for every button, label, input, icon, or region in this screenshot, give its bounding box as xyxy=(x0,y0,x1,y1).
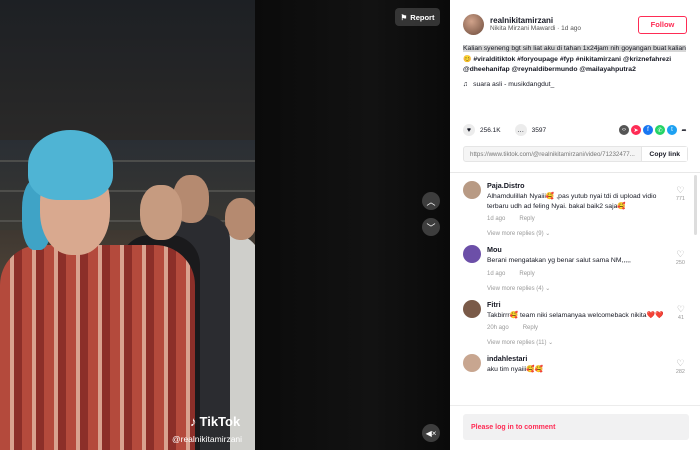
video-letterbox xyxy=(255,0,450,450)
whatsapp-icon[interactable]: ✆ xyxy=(655,125,665,135)
comment-like[interactable]: ♡ 41 xyxy=(677,304,685,321)
comment-item: Fitri Takbirrr🥰 team niki selamanyaa wel… xyxy=(463,299,687,346)
avatar[interactable] xyxy=(463,14,484,35)
comment-icon[interactable]: … xyxy=(514,124,527,136)
comment-count: 3597 xyxy=(531,126,547,134)
mute-icon: ◀× xyxy=(425,428,437,438)
share-arrow-icon[interactable]: ➦ xyxy=(679,125,689,135)
comment-action[interactable]: … 3597 xyxy=(514,124,547,136)
view-replies-button[interactable]: View more replies (11) ⌄ xyxy=(487,339,669,346)
comment-list[interactable]: Paja.Distro Alhamdulillah Nyaiii🥰 ,pas y… xyxy=(450,173,700,405)
comment-username[interactable]: indahlestari xyxy=(487,354,669,363)
person-shape xyxy=(0,245,195,450)
chevron-down-icon: ﹀ xyxy=(426,222,436,233)
view-replies-button[interactable]: View more replies (9) ⌄ xyxy=(487,230,669,237)
person-shape xyxy=(140,185,182,240)
like-action[interactable]: ♥ 256.1K xyxy=(463,124,501,136)
comment-username[interactable]: Fitri xyxy=(487,300,669,309)
music-row[interactable]: ♫ suara asli - musikdangdut_ xyxy=(463,81,687,88)
comment-body: indahlestari aku tim nyaiii🥰🥰 xyxy=(487,354,687,375)
avatar[interactable] xyxy=(463,245,481,264)
caption-hashtags[interactable]: #viralditiktok #foryoupage #fyp #nikitam… xyxy=(473,56,621,63)
comment-body: Fitri Takbirrr🥰 team niki selamanyaa wel… xyxy=(487,300,687,346)
comment-time: 1d ago xyxy=(487,270,506,277)
comment-body: Mou Berani mengatakan yg benar salut sam… xyxy=(487,245,687,291)
facebook-icon[interactable]: f xyxy=(643,125,653,135)
tiktok-note-icon: ♪ xyxy=(190,414,197,429)
comment-meta: 20h ago Reply xyxy=(487,325,669,331)
heart-outline-icon[interactable]: ♡ xyxy=(676,249,684,260)
share-link[interactable]: https://www.tiktok.com/@realnikitamirzan… xyxy=(464,151,641,158)
send-icon[interactable]: ➤ xyxy=(631,125,641,135)
tiktok-watermark: ♪ TikTok xyxy=(190,414,241,429)
flag-icon: ⚑ xyxy=(400,12,408,22)
comment-time: 1d ago xyxy=(487,216,506,223)
person-shape xyxy=(225,198,255,240)
comment-like-count: 250 xyxy=(675,260,685,267)
caption-text: Kalian syeneng bgt sih liat aku di tahan… xyxy=(463,45,686,52)
comment-like[interactable]: ♡ 771 xyxy=(676,185,685,202)
follow-button[interactable]: Follow xyxy=(638,15,687,34)
copy-link-button[interactable]: Copy link xyxy=(641,147,687,161)
comment-text: Alhamdulillah Nyaiii🥰 ,pas yutub nyai td… xyxy=(487,193,657,211)
login-to-comment-button[interactable]: Please log in to comment xyxy=(463,414,689,440)
comment-item: Mou Berani mengatakan yg benar salut sam… xyxy=(463,245,687,292)
avatar[interactable] xyxy=(463,353,481,372)
comment-like[interactable]: ♡ 282 xyxy=(676,358,685,375)
comment-text: aku tim nyaiii🥰🥰 xyxy=(487,365,544,373)
comment-username[interactable]: Mou xyxy=(487,245,669,254)
comment-item: indahlestari aku tim nyaiii🥰🥰 ♡ 282 xyxy=(463,353,687,375)
heart-icon[interactable]: ♥ xyxy=(463,124,475,136)
author-names: realnikitamirzani Nikita Mirzani Mawardi… xyxy=(490,16,632,33)
share-icons: ‹› ➤ f ✆ t ➦ xyxy=(619,125,689,135)
comment-text: Berani mengatakan yg benar salut sama NM… xyxy=(487,257,631,265)
like-count: 256.1K xyxy=(480,126,501,134)
heart-outline-icon[interactable]: ♡ xyxy=(677,304,685,315)
view-replies-button[interactable]: View more replies (4) ⌄ xyxy=(487,285,669,292)
share-link-row: https://www.tiktok.com/@realnikitamirzan… xyxy=(463,146,688,162)
comment-time: 20h ago xyxy=(487,324,509,331)
chevron-up-icon: ︿ xyxy=(426,196,436,207)
author-subline: Nikita Mirzani Mawardi · 1d ago xyxy=(490,25,582,33)
comment-like-count: 41 xyxy=(677,314,685,321)
heart-outline-icon[interactable]: ♡ xyxy=(676,358,684,369)
post-header: realnikitamirzani Nikita Mirzani Mawardi… xyxy=(450,0,700,88)
author-row: realnikitamirzani Nikita Mirzani Mawardi… xyxy=(463,14,687,35)
avatar[interactable] xyxy=(463,181,481,199)
twitter-icon[interactable]: t xyxy=(667,125,677,135)
comment-like-count: 282 xyxy=(675,368,685,375)
music-title[interactable]: suara asli - musikdangdut_ xyxy=(473,81,554,88)
next-video-button[interactable]: ﹀ xyxy=(422,218,440,236)
person-shape xyxy=(28,130,113,200)
avatar[interactable] xyxy=(463,299,481,318)
comment-meta: 1d ago Reply xyxy=(487,271,669,277)
comments-scrollbar[interactable] xyxy=(694,175,697,235)
mute-button[interactable]: ◀× xyxy=(422,424,440,442)
reply-button[interactable]: Reply xyxy=(523,325,538,331)
comment-body: Paja.Distro Alhamdulillah Nyaiii🥰 ,pas y… xyxy=(487,181,687,237)
music-note-icon: ♫ xyxy=(463,80,469,88)
comment-like-count: 771 xyxy=(675,196,685,202)
comment-text: Takbirrr🥰 team niki selamanyaa welcomeba… xyxy=(487,311,664,319)
comment-meta: 1d ago Reply xyxy=(487,216,669,222)
embed-icon[interactable]: ‹› xyxy=(619,125,629,135)
comment-username[interactable]: Paja.Distro xyxy=(487,181,669,190)
watermark-handle: @realnikitamirzani xyxy=(172,434,243,444)
author-username[interactable]: realnikitamirzani xyxy=(490,16,632,26)
action-bar: ♥ 256.1K … 3597 ‹› ➤ f ✆ t ➦ xyxy=(463,124,689,136)
comment-login-bar: Please log in to comment xyxy=(450,405,700,450)
details-panel: realnikitamirzani Nikita Mirzani Mawardi… xyxy=(450,0,700,450)
report-button[interactable]: ⚑ Report xyxy=(395,8,440,26)
video-player[interactable]: ♪ TikTok @realnikitamirzani ⚑ Report ︿ ﹀… xyxy=(0,0,450,450)
caption-emoji: 😊 xyxy=(463,55,472,63)
reply-button[interactable]: Reply xyxy=(519,216,534,222)
video-frame: ♪ TikTok @realnikitamirzani xyxy=(0,0,255,450)
reply-button[interactable]: Reply xyxy=(519,271,534,277)
heart-outline-icon[interactable]: ♡ xyxy=(676,185,684,196)
caption: Kalian syeneng bgt sih liat aku di tahan… xyxy=(463,44,687,76)
comment-like[interactable]: ♡ 250 xyxy=(676,249,685,266)
comment-item: Paja.Distro Alhamdulillah Nyaiii🥰 ,pas y… xyxy=(463,181,687,237)
previous-video-button[interactable]: ︿ xyxy=(422,192,440,210)
